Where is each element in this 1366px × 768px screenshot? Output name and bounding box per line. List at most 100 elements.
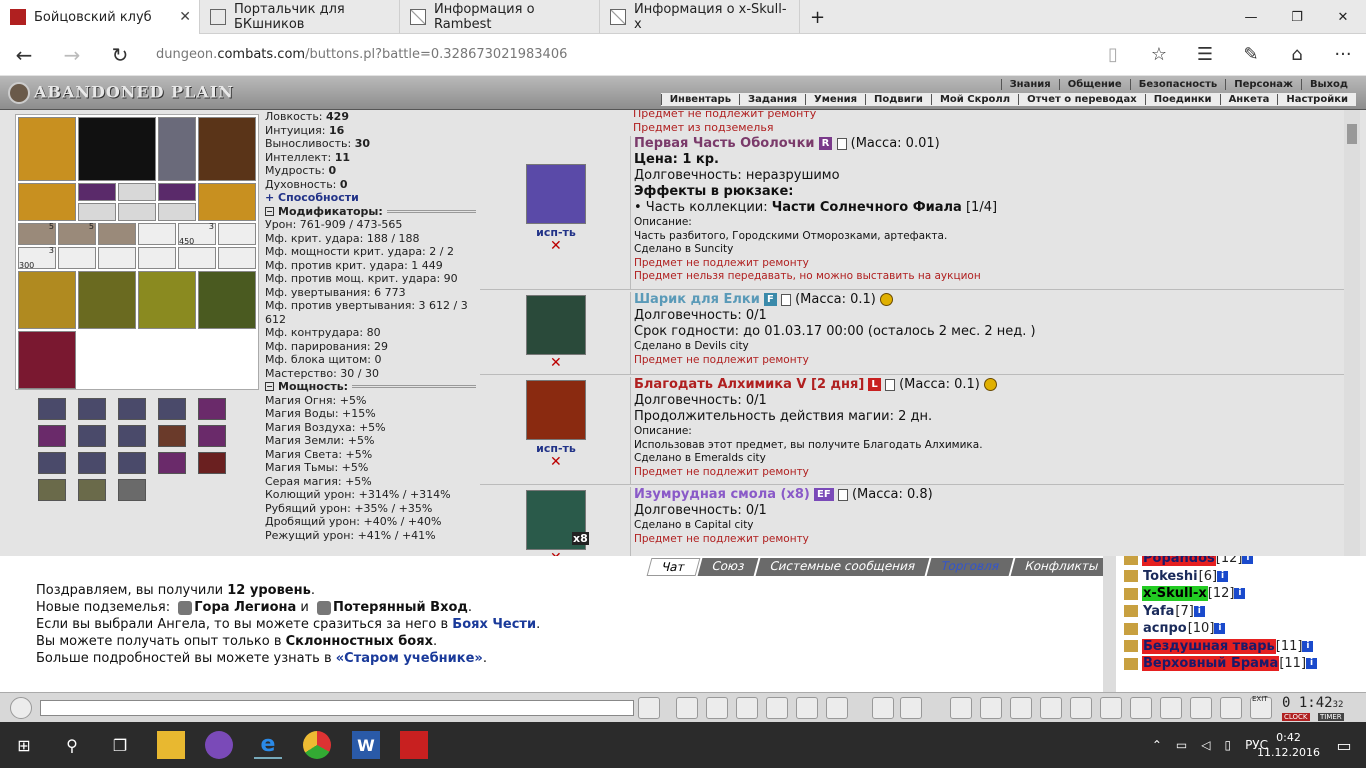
- user-name[interactable]: Yafa: [1142, 604, 1175, 619]
- forward-icon[interactable]: →: [48, 34, 96, 76]
- menu-item[interactable]: Общение: [1058, 79, 1130, 90]
- submenu-item[interactable]: Отчет о переводах: [1018, 94, 1145, 105]
- hub-icon[interactable]: ☰: [1182, 34, 1228, 76]
- user-name[interactable]: Tokeshi: [1142, 569, 1199, 584]
- chat-tab[interactable]: Чат: [646, 558, 701, 576]
- reading-view-icon[interactable]: ▯: [1090, 34, 1136, 76]
- menu-item[interactable]: Персонаж: [1225, 79, 1301, 90]
- user-info-icon[interactable]: i: [1193, 605, 1205, 617]
- item-info-icon[interactable]: [884, 378, 895, 391]
- tutorial-link[interactable]: «Старом учебнике»: [336, 651, 483, 666]
- browser-tab-1[interactable]: Бойцовский клуб ✕: [0, 0, 200, 34]
- chat-tab[interactable]: Союз: [697, 558, 759, 576]
- chat-tab[interactable]: Конфликты: [1010, 558, 1113, 576]
- taskbar-clock[interactable]: 0:42 11.12.2016: [1257, 730, 1320, 760]
- item-info-icon[interactable]: [836, 137, 847, 150]
- user-info-icon[interactable]: i: [1234, 588, 1246, 599]
- chrome-icon[interactable]: [303, 731, 331, 759]
- timer-button[interactable]: TIMER: [1318, 713, 1344, 721]
- skill-icon[interactable]: [158, 452, 186, 474]
- browser-tab-2[interactable]: Портальчик для БКшников: [200, 0, 400, 34]
- item-image[interactable]: [526, 295, 586, 355]
- address-bar[interactable]: dungeon.combats.com/buttons.pl?battle=0.…: [156, 47, 1090, 62]
- empty-slot[interactable]: [78, 203, 116, 221]
- skill-icon[interactable]: [118, 425, 146, 447]
- submenu-item[interactable]: Мой Скролл: [930, 94, 1018, 105]
- volume-icon[interactable]: ◁: [1201, 738, 1210, 752]
- chat-tab[interactable]: Торговля: [926, 558, 1014, 576]
- action-icon[interactable]: [1040, 697, 1062, 719]
- user-info-icon[interactable]: i: [1306, 658, 1318, 669]
- clock-button[interactable]: CLOCK: [1282, 713, 1310, 721]
- clear-icon[interactable]: [676, 697, 698, 719]
- skill-icon[interactable]: [118, 398, 146, 420]
- close-tab-icon[interactable]: ✕: [179, 9, 191, 25]
- edge-icon[interactable]: e: [254, 731, 282, 759]
- action-icon[interactable]: [980, 697, 1002, 719]
- word-icon[interactable]: W: [352, 731, 380, 759]
- backpack-slot[interactable]: [138, 271, 196, 329]
- backpack-slot[interactable]: [198, 271, 256, 329]
- action-icon[interactable]: [950, 697, 972, 719]
- potion-slot[interactable]: 5: [18, 222, 56, 245]
- ring-slot[interactable]: [118, 183, 156, 201]
- minimize-icon[interactable]: —: [1228, 0, 1274, 34]
- delete-item-icon[interactable]: ✕: [550, 355, 562, 371]
- app-icon[interactable]: [400, 731, 428, 759]
- power-header[interactable]: − Мощность:: [265, 380, 480, 394]
- chat-tab[interactable]: Системные сообщения: [755, 558, 930, 576]
- mask-icon[interactable]: [900, 697, 922, 719]
- empty-slot[interactable]: [138, 223, 176, 245]
- action-icon[interactable]: [1160, 697, 1182, 719]
- online-user[interactable]: аспро[10] i: [1116, 620, 1366, 638]
- skill-icon[interactable]: [38, 398, 66, 420]
- action-icon[interactable]: [1010, 697, 1032, 719]
- empty-slot[interactable]: [98, 247, 136, 269]
- belt-slot[interactable]: [18, 183, 76, 221]
- network-icon[interactable]: ▭: [1176, 738, 1187, 752]
- collapse-icon[interactable]: −: [265, 206, 274, 216]
- submenu-item[interactable]: Инвентарь: [660, 94, 739, 105]
- item-info-icon[interactable]: [780, 293, 791, 306]
- ring-slot[interactable]: [78, 183, 116, 201]
- menu-item[interactable]: Выход: [1300, 79, 1356, 90]
- skill-icon[interactable]: [38, 479, 66, 501]
- skill-icon[interactable]: [198, 425, 226, 447]
- new-tab-button[interactable]: +: [800, 0, 836, 34]
- task-view-icon[interactable]: ❐: [106, 731, 134, 759]
- inventory-scrollbar[interactable]: [1344, 110, 1360, 556]
- skill-icon[interactable]: [198, 452, 226, 474]
- user-name[interactable]: Popandos: [1142, 556, 1216, 566]
- item-image[interactable]: [526, 380, 586, 440]
- viber-icon[interactable]: [205, 731, 233, 759]
- item-name[interactable]: Первая Часть Оболочки: [634, 136, 815, 151]
- refresh-icon[interactable]: ↻: [96, 34, 144, 76]
- empty-slot[interactable]: [218, 247, 256, 269]
- heart-slot[interactable]: 3 300: [18, 246, 56, 270]
- filter-icon[interactable]: [706, 697, 728, 719]
- skill-icon[interactable]: [78, 479, 106, 501]
- translit-icon[interactable]: [796, 697, 818, 719]
- delete-item-icon[interactable]: ✕: [550, 238, 562, 254]
- empty-slot[interactable]: [58, 247, 96, 269]
- abilities-link[interactable]: + Способности: [265, 191, 359, 204]
- skill-icon[interactable]: [38, 425, 66, 447]
- search-icon[interactable]: ⚲: [58, 731, 86, 759]
- empty-slot[interactable]: [218, 223, 256, 245]
- online-user[interactable]: Popandos[12] i: [1116, 556, 1366, 568]
- chat-input[interactable]: [40, 700, 634, 716]
- submenu-item[interactable]: Подвиги: [865, 94, 931, 105]
- submenu-item[interactable]: Задания: [739, 94, 805, 105]
- online-user[interactable]: Верховный Брама[11] i: [1116, 655, 1366, 673]
- tray-chevron-icon[interactable]: ⌃: [1152, 738, 1162, 752]
- empty-slot[interactable]: [158, 203, 196, 221]
- item-name[interactable]: Шарик для Елки: [634, 292, 760, 307]
- user-info-icon[interactable]: i: [1242, 556, 1254, 564]
- skill-icon[interactable]: [78, 425, 106, 447]
- submenu-item[interactable]: Анкета: [1219, 94, 1278, 105]
- chat-scrollbar[interactable]: [1103, 556, 1116, 692]
- skill-icon[interactable]: [118, 452, 146, 474]
- close-window-icon[interactable]: ✕: [1320, 0, 1366, 34]
- ring-slot[interactable]: [158, 183, 196, 201]
- user-name[interactable]: Бездушная тварь: [1142, 638, 1276, 654]
